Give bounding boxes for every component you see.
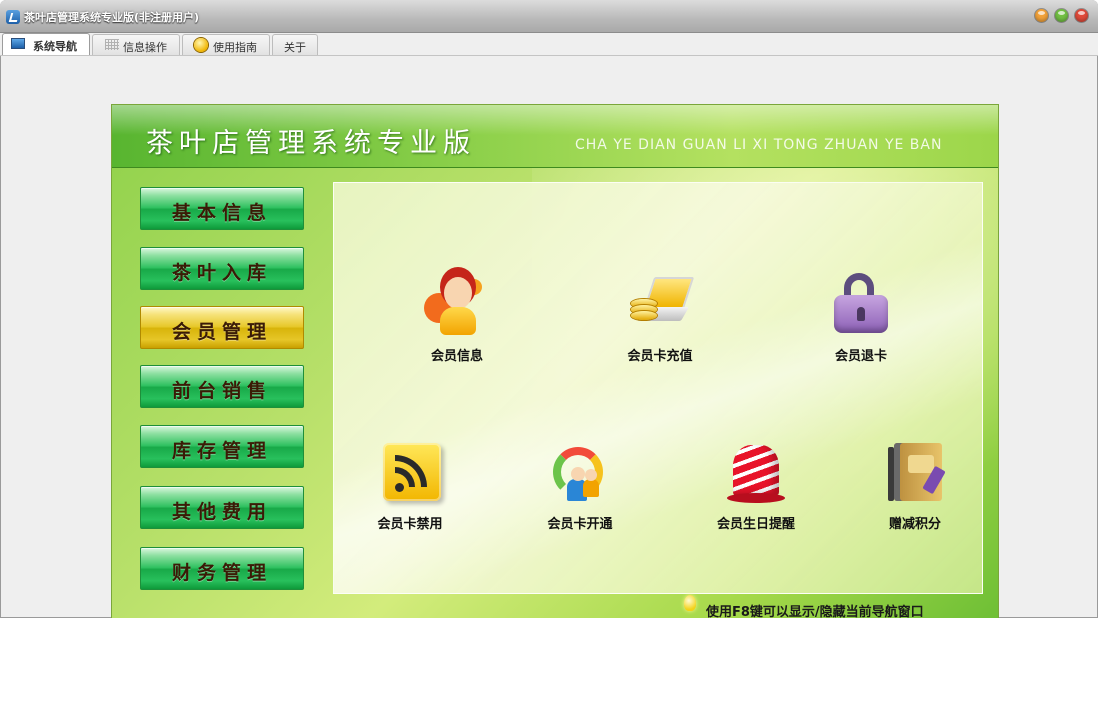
tab-label: 系统导航 <box>33 40 77 53</box>
module-label: 会员生日提醒 <box>716 517 795 532</box>
module-label: 会员卡充值 <box>627 349 693 364</box>
bell-icon <box>721 439 791 509</box>
banner: 茶叶店管理系统专业版 CHA YE DIAN GUAN LI XI TONG Z… <box>112 105 998 168</box>
tab-info-ops[interactable]: 信息操作 <box>92 34 180 55</box>
hint-text-wrap: 使用F8键可以显示/隐藏当前导航窗口 <box>684 595 924 618</box>
module-card-disable[interactable]: 会员卡禁用 <box>350 439 470 532</box>
module-label: 会员信息 <box>430 349 483 364</box>
sidebar-item-inventory[interactable]: 库存管理 <box>140 425 304 468</box>
module-label: 赠减积分 <box>888 517 941 532</box>
sidebar-item-label: 茶叶入库 <box>171 262 272 284</box>
module-label: 会员卡开通 <box>547 517 613 532</box>
close-icon[interactable] <box>1075 9 1088 22</box>
monitor-icon <box>11 38 25 49</box>
module-birthday-reminder[interactable]: 会员生日提醒 <box>696 439 816 532</box>
points-book-icon <box>880 439 950 509</box>
module-bonus-points[interactable]: 赠减积分 <box>855 439 975 532</box>
sidebar-item-label: 前台销售 <box>171 380 272 402</box>
rainbow-people-icon <box>545 439 615 509</box>
guide-icon <box>194 38 208 52</box>
module-area: 会员信息 会员卡充值 会员退卡 会员卡禁用 会员卡开通 会员生日提醒 赠减积分 <box>333 182 983 594</box>
module-label: 会员退卡 <box>834 349 887 364</box>
tab-system-nav[interactable]: 系统导航 <box>2 33 90 55</box>
module-member-cancel-card[interactable]: 会员退卡 <box>801 271 921 364</box>
title-bar[interactable]: 茶叶店管理系统专业版(非注册用户) <box>0 0 1098 33</box>
sidebar-item-other-fees[interactable]: 其他费用 <box>140 486 304 529</box>
module-member-info[interactable]: 会员信息 <box>397 271 517 364</box>
banner-subtitle: CHA YE DIAN GUAN LI XI TONG ZHUAN YE BAN <box>575 137 943 153</box>
sidebar-item-label: 库存管理 <box>171 440 272 462</box>
sidebar-item-finance[interactable]: 财务管理 <box>140 547 304 590</box>
sidebar-item-label: 其他费用 <box>171 501 272 523</box>
lightbulb-icon <box>684 595 696 611</box>
app-window: 茶叶店管理系统专业版(非注册用户) 系统导航 信息操作 使用指南 关于 茶叶店管… <box>0 0 1098 618</box>
tab-bar: 系统导航 信息操作 使用指南 关于 <box>0 33 1098 56</box>
module-label: 会员卡禁用 <box>377 517 443 532</box>
card-recharge-icon <box>625 271 695 341</box>
lock-icon <box>826 271 896 341</box>
rss-disable-icon <box>375 439 445 509</box>
sidebar-item-front-sales[interactable]: 前台销售 <box>140 365 304 408</box>
tab-user-guide[interactable]: 使用指南 <box>182 34 270 55</box>
sidebar-item-label: 会员管理 <box>171 321 272 343</box>
grid-icon <box>105 39 119 50</box>
tab-label: 使用指南 <box>213 41 257 54</box>
navigation-panel: 茶叶店管理系统专业版 CHA YE DIAN GUAN LI XI TONG Z… <box>111 104 999 618</box>
tab-label: 信息操作 <box>123 41 167 54</box>
sidebar-item-label: 基本信息 <box>171 202 272 224</box>
sidebar-item-basic-info[interactable]: 基本信息 <box>140 187 304 230</box>
tab-about[interactable]: 关于 <box>272 34 318 55</box>
window-title: 茶叶店管理系统专业版(非注册用户) <box>24 11 200 24</box>
sidebar-item-member-mgmt[interactable]: 会员管理 <box>140 306 304 349</box>
app-logo-icon <box>6 10 20 24</box>
minimize-icon[interactable] <box>1035 9 1048 22</box>
member-info-icon <box>422 271 492 341</box>
maximize-icon[interactable] <box>1055 9 1068 22</box>
module-card-open[interactable]: 会员卡开通 <box>520 439 640 532</box>
sidebar-item-label: 财务管理 <box>171 562 272 584</box>
sidebar-item-tea-stock-in[interactable]: 茶叶入库 <box>140 247 304 290</box>
tab-label: 关于 <box>284 41 306 54</box>
module-card-recharge[interactable]: 会员卡充值 <box>600 271 720 364</box>
hint-text: 使用F8键可以显示/隐藏当前导航窗口 <box>706 605 924 618</box>
banner-title: 茶叶店管理系统专业版 <box>146 128 476 159</box>
